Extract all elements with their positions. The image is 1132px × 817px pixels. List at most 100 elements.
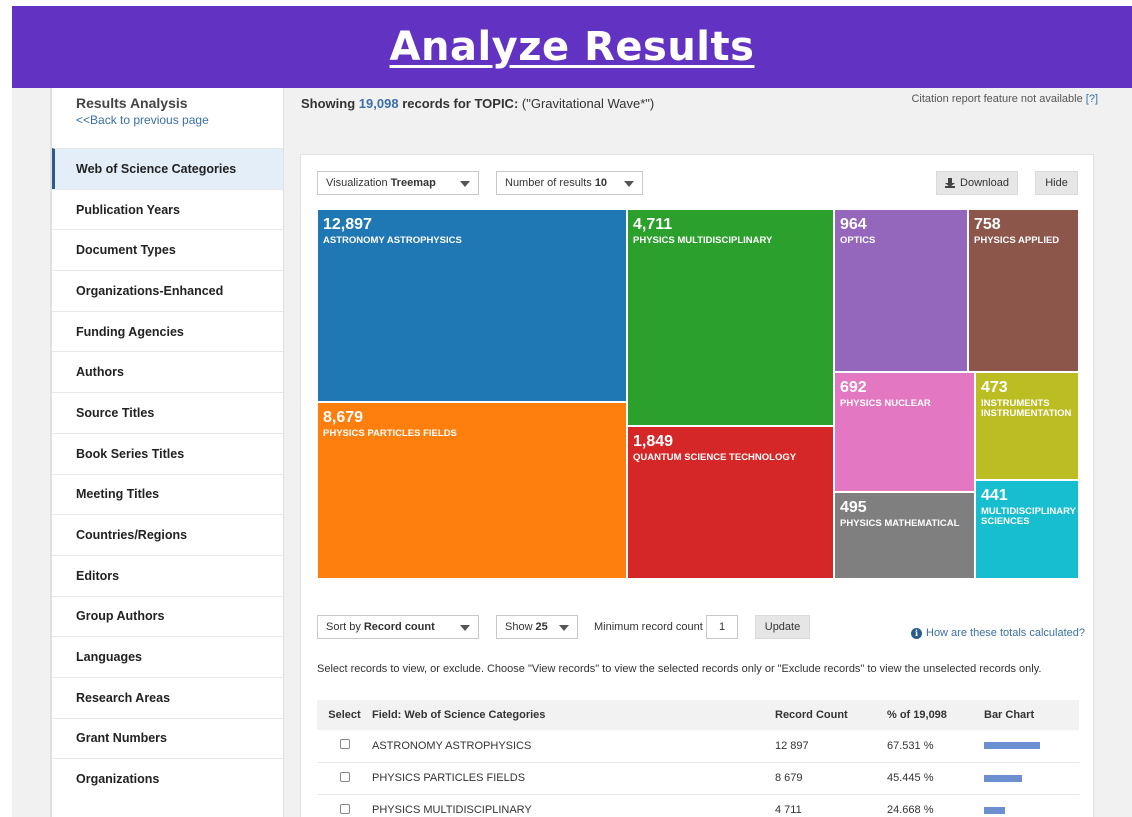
update-button[interactable]: Update	[755, 615, 810, 639]
tile-value: 1,849	[633, 433, 674, 450]
percent-cell: 45.445 %	[887, 762, 984, 795]
sidebar-item-research-areas[interactable]: Research Areas	[52, 676, 283, 718]
back-link[interactable]: <<Back to previous page	[76, 113, 283, 127]
sidebar-item-languages[interactable]: Languages	[52, 636, 283, 677]
sidebar-item-document-types[interactable]: Document Types	[52, 229, 283, 270]
table-row: ASTRONOMY ASTROPHYSICS 12 897 67.531 %	[317, 730, 1079, 763]
sidebar-item-group-authors[interactable]: Group Authors	[52, 595, 283, 637]
sort-dropdown[interactable]: Sort by Record count	[317, 615, 479, 639]
chevron-down-icon	[559, 625, 569, 631]
table-row: PHYSICS PARTICLES FIELDS 8 679 45.445 %	[317, 762, 1079, 795]
sidebar-header: Results Analysis <<Back to previous page	[52, 88, 283, 148]
sidebar-item-organizations[interactable]: Organizations	[52, 758, 283, 799]
treemap-tile-physics-multidisciplinary[interactable]: 4,711 PHYSICS MULTIDISCIPLINARY	[627, 209, 834, 426]
field-cell: PHYSICS MULTIDISCIPLINARY	[372, 794, 775, 817]
showing-label: Showing	[301, 96, 356, 111]
hide-button[interactable]: Hide	[1035, 171, 1078, 195]
how-calculated-text: How are these totals calculated?	[926, 627, 1085, 639]
col-record-count: Record Count	[775, 700, 887, 730]
show-label: Show	[505, 621, 533, 633]
treemap-tile-physics-particles-fields[interactable]: 8,679 PHYSICS PARTICLES FIELDS	[317, 402, 627, 579]
tile-value: 692	[840, 379, 867, 396]
tile-value: 8,679	[323, 409, 364, 426]
tile-label: ASTRONOMY ASTROPHYSICS	[323, 235, 462, 246]
sort-label: Sort by	[326, 621, 361, 633]
treemap-tile-instruments-instrumentation[interactable]: 473 INSTRUMENTS INSTRUMENTATION	[975, 372, 1079, 480]
col-percent: % of 19,098	[887, 700, 984, 730]
how-calculated-link[interactable]: i How are these totals calculated?	[911, 627, 1085, 639]
results-label: Number of results	[505, 177, 592, 189]
count-cell: 12 897	[775, 730, 887, 763]
row-checkbox[interactable]	[339, 771, 350, 782]
tile-value: 12,897	[323, 216, 372, 233]
visualization-dropdown[interactable]: Visualization Treemap	[317, 171, 479, 195]
sidebar-item-editors[interactable]: Editors	[52, 554, 283, 596]
show-value: 25	[535, 621, 548, 633]
citation-note: Citation report feature not available [?…	[911, 93, 1098, 105]
banner-title: Analyze Results	[389, 24, 755, 70]
results-table: Select Field: Web of Science Categories …	[317, 700, 1079, 817]
info-icon: i	[911, 627, 922, 639]
download-button[interactable]: Download	[936, 171, 1018, 195]
tile-value: 4,711	[633, 216, 673, 233]
select-cell	[317, 762, 372, 795]
download-icon	[945, 178, 956, 188]
count-cell: 4 711	[775, 794, 887, 817]
col-select: Select	[317, 700, 372, 730]
treemap-tile-optics[interactable]: 964 OPTICS	[834, 209, 968, 372]
tile-label: MULTIDISCIPLINARY SCIENCES	[981, 506, 1076, 527]
bar-cell	[984, 730, 1079, 763]
main-content: Showing 19,098 records for TOPIC: ("Grav…	[284, 88, 1132, 817]
sidebar-item-source-titles[interactable]: Source Titles	[52, 392, 283, 433]
min-record-input[interactable]: 1	[706, 615, 738, 639]
select-cell	[317, 730, 372, 763]
treemap-tile-physics-nuclear[interactable]: 692 PHYSICS NUCLEAR	[834, 372, 975, 492]
row-checkbox[interactable]	[339, 739, 350, 750]
min-record-label: Minimum record count	[594, 621, 703, 633]
title-banner: Analyze Results	[12, 6, 1132, 88]
sidebar-item-countries-regions[interactable]: Countries/Regions	[52, 514, 283, 555]
help-text: Select records to view, or exclude. Choo…	[317, 663, 1042, 675]
treemap-tile-astronomy-astrophysics[interactable]: 12,897 ASTRONOMY ASTROPHYSICS	[317, 209, 627, 402]
sidebar-item-publication-years[interactable]: Publication Years	[52, 188, 283, 230]
sidebar-item-funding-agencies[interactable]: Funding Agencies	[52, 310, 283, 352]
treemap-tile-multidisciplinary-sciences[interactable]: 441 MULTIDISCIPLINARY SCIENCES	[975, 480, 1079, 579]
topic-label: TOPIC:	[474, 96, 519, 111]
sidebar: Results Analysis <<Back to previous page…	[50, 88, 284, 817]
results-summary: Showing 19,098 records for TOPIC: ("Grav…	[301, 96, 654, 111]
visualization-label: Visualization	[326, 177, 388, 189]
show-dropdown[interactable]: Show 25	[496, 615, 578, 639]
citation-note-text: Citation report feature not available	[911, 93, 1083, 105]
treemap-tile-physics-applied[interactable]: 758 PHYSICS APPLIED	[968, 209, 1079, 372]
citation-help-link[interactable]: [?]	[1086, 93, 1098, 105]
sidebar-item-book-series-titles[interactable]: Book Series Titles	[52, 432, 283, 474]
tile-value: 495	[840, 499, 867, 516]
tile-label: OPTICS	[840, 235, 876, 246]
col-bar-chart: Bar Chart	[984, 700, 1079, 730]
treemap-chart: 12,897 ASTRONOMY ASTROPHYSICS 8,679 PHYSICS…	[317, 209, 1079, 579]
visualization-value: Treemap	[390, 177, 436, 189]
sidebar-item-web-of-science-categories[interactable]: Web of Science Categories	[52, 148, 283, 189]
sidebar-item-authors[interactable]: Authors	[52, 351, 283, 392]
sidebar-item-grant-numbers[interactable]: Grant Numbers	[52, 717, 283, 759]
sidebar-item-meeting-titles[interactable]: Meeting Titles	[52, 473, 283, 515]
sort-value: Record count	[363, 621, 435, 633]
analysis-panel: Visualization Treemap Number of results …	[300, 154, 1094, 817]
tile-label: PHYSICS PARTICLES FIELDS	[323, 428, 457, 439]
tile-label: PHYSICS APPLIED	[974, 235, 1060, 246]
treemap-tile-quantum-science-technology[interactable]: 1,849 QUANTUM SCIENCE TECHNOLOGY	[627, 426, 834, 579]
table-header-row: Select Field: Web of Science Categories …	[317, 700, 1079, 730]
tile-value: 473	[981, 379, 1008, 396]
app-window: Results Analysis <<Back to previous page…	[12, 88, 1132, 817]
percent-cell: 67.531 %	[887, 730, 984, 763]
tile-label: QUANTUM SCIENCE TECHNOLOGY	[633, 452, 797, 463]
tile-label: PHYSICS MATHEMATICAL	[840, 518, 960, 529]
row-checkbox[interactable]	[339, 803, 350, 814]
treemap-tile-physics-mathematical[interactable]: 495 PHYSICS MATHEMATICAL	[834, 492, 975, 579]
bar-cell	[984, 794, 1079, 817]
chevron-down-icon	[624, 181, 634, 187]
chevron-down-icon	[460, 181, 470, 187]
sidebar-item-organizations-enhanced[interactable]: Organizations-Enhanced	[52, 270, 283, 311]
row-bar	[984, 774, 1022, 782]
number-of-results-dropdown[interactable]: Number of results 10	[496, 171, 643, 195]
